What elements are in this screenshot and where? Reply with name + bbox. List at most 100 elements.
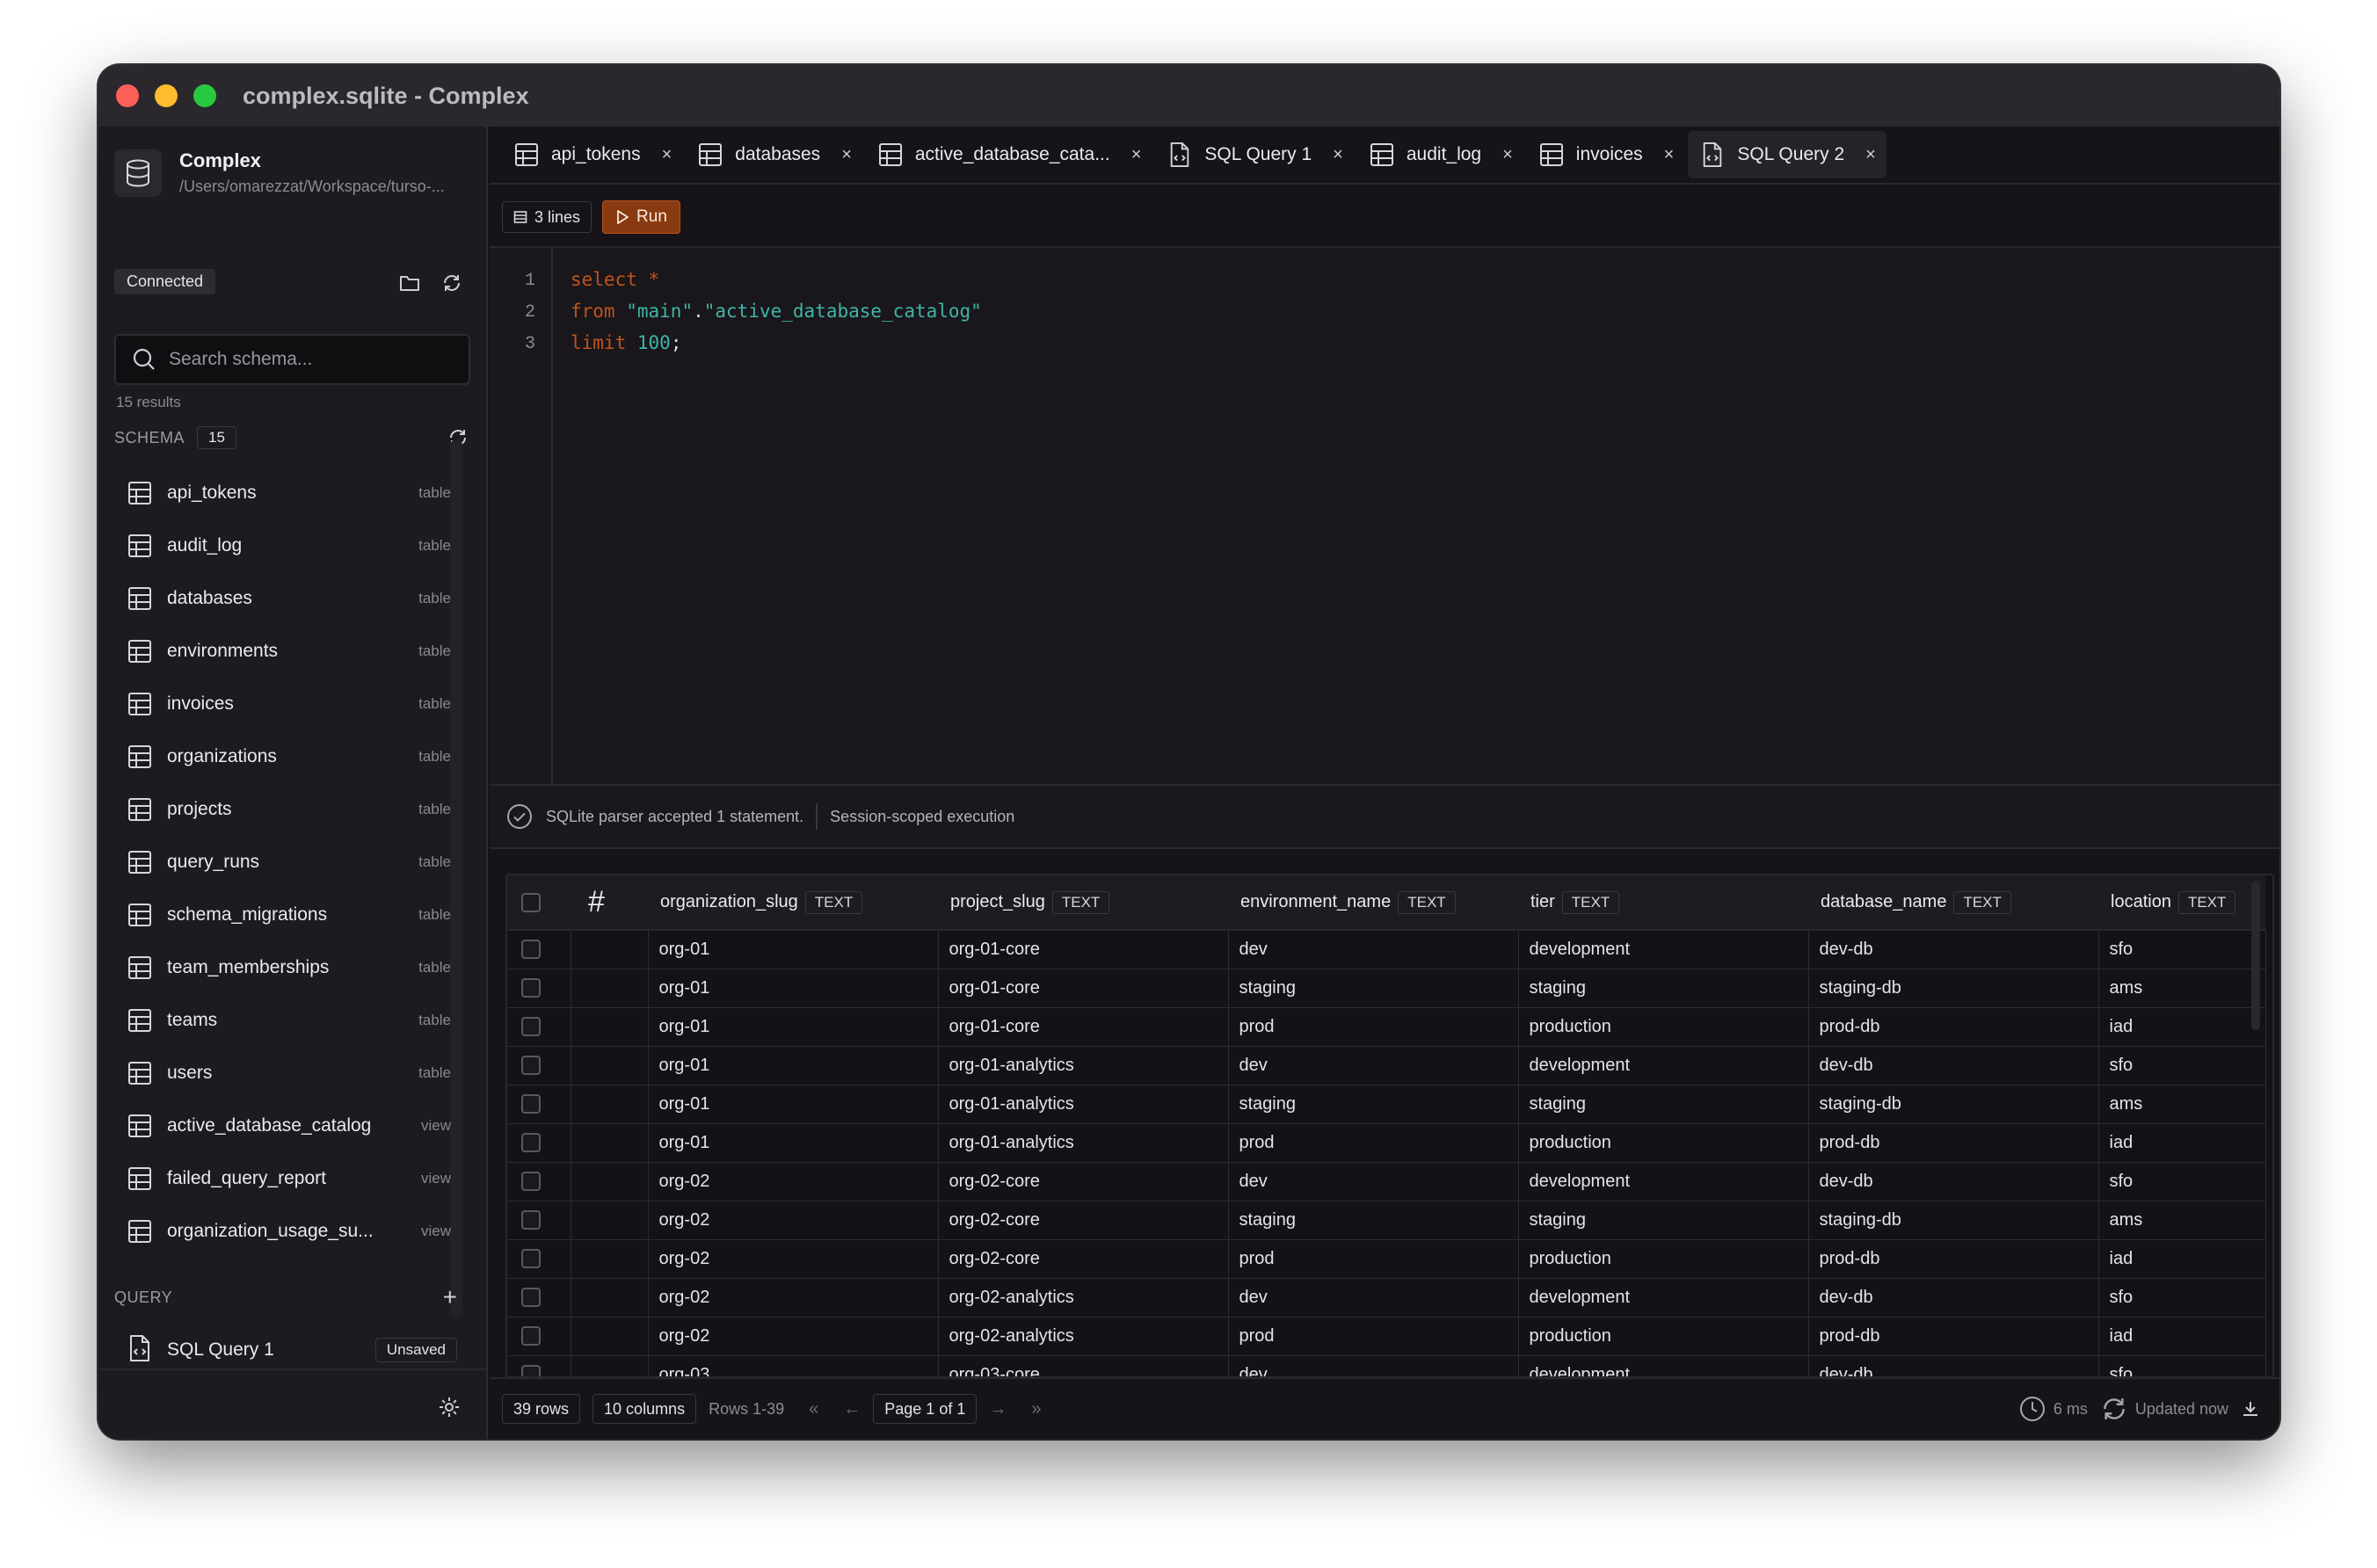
reconnect-icon[interactable] xyxy=(440,271,464,295)
table-cell[interactable]: org-03 xyxy=(648,1355,939,1376)
table-cell[interactable]: iad xyxy=(2098,1317,2266,1356)
table-cell[interactable]: org-02-analytics xyxy=(938,1278,1229,1318)
close-tab-icon[interactable]: × xyxy=(1502,145,1513,165)
row-checkbox[interactable] xyxy=(521,1210,541,1230)
table-row[interactable]: org-01 org-01-analytics dev development dev-… xyxy=(507,1046,2266,1085)
table-cell[interactable]: dev xyxy=(1228,1355,1519,1376)
table-cell[interactable]: staging-db xyxy=(1808,1201,2099,1240)
last-page-button[interactable]: » xyxy=(1031,1399,1041,1419)
table-cell[interactable]: org-02-core xyxy=(938,1162,1229,1201)
close-tab-icon[interactable]: × xyxy=(1865,145,1876,165)
table-cell[interactable]: staging xyxy=(1228,1085,1519,1124)
table-cell[interactable]: org-01-analytics xyxy=(938,1085,1229,1124)
close-window-button[interactable] xyxy=(116,84,139,107)
table-cell[interactable]: org-01 xyxy=(648,1085,939,1124)
table-cell[interactable]: org-02 xyxy=(648,1317,939,1356)
table-row[interactable]: org-01 org-01-core dev development dev-db sfo xyxy=(507,930,2266,969)
row-checkbox[interactable] xyxy=(521,1133,541,1153)
table-cell[interactable]: staging xyxy=(1518,1201,1809,1240)
table-cell[interactable]: org-02-analytics xyxy=(938,1317,1229,1356)
close-tab-icon[interactable]: × xyxy=(662,145,672,165)
tab-sql-query-1[interactable]: SQL Query 1 × xyxy=(1155,131,1353,178)
table-cell[interactable]: dev xyxy=(1228,1278,1519,1318)
column-header[interactable]: tier TEXT xyxy=(1518,875,1808,931)
table-cell[interactable]: sfo xyxy=(2098,1355,2266,1376)
schema-item-failed-query-report[interactable]: failed_query_report view xyxy=(114,1152,463,1205)
refresh-icon[interactable] xyxy=(2100,1395,2128,1423)
close-tab-icon[interactable]: × xyxy=(1131,145,1142,165)
table-cell[interactable]: prod-db xyxy=(1808,1239,2099,1279)
table-cell[interactable]: dev-db xyxy=(1808,1162,2099,1201)
tab-sql-query-2[interactable]: SQL Query 2 × xyxy=(1688,131,1886,178)
row-checkbox[interactable] xyxy=(521,978,541,998)
table-cell[interactable]: prod-db xyxy=(1808,1123,2099,1163)
table-cell[interactable]: org-02 xyxy=(648,1201,939,1240)
table-cell[interactable]: org-02-core xyxy=(938,1201,1229,1240)
close-tab-icon[interactable]: × xyxy=(1664,145,1675,165)
column-header[interactable]: project_slug TEXT xyxy=(938,875,1228,931)
schema-item-projects[interactable]: projects table xyxy=(114,783,463,836)
table-cell[interactable]: org-02 xyxy=(648,1278,939,1318)
table-cell[interactable]: iad xyxy=(2098,1239,2266,1279)
table-row[interactable]: org-02 org-02-analytics prod production prod… xyxy=(507,1317,2266,1356)
table-row[interactable]: org-02 org-02-analytics dev development dev-… xyxy=(507,1278,2266,1318)
close-tab-icon[interactable]: × xyxy=(1333,145,1343,165)
table-cell[interactable]: ams xyxy=(2098,1201,2266,1240)
row-checkbox[interactable] xyxy=(521,1288,541,1308)
schema-search-input[interactable] xyxy=(169,349,450,370)
table-cell[interactable]: org-01-analytics xyxy=(938,1123,1229,1163)
table-cell[interactable]: prod-db xyxy=(1808,1007,2099,1047)
table-cell[interactable]: org-01 xyxy=(648,930,939,969)
table-cell[interactable]: org-01-analytics xyxy=(938,1046,1229,1085)
table-cell[interactable]: org-01 xyxy=(648,1046,939,1085)
table-cell[interactable]: org-01 xyxy=(648,969,939,1008)
table-cell[interactable]: production xyxy=(1518,1317,1809,1356)
select-all-checkbox[interactable] xyxy=(521,892,541,912)
table-cell[interactable]: dev-db xyxy=(1808,1046,2099,1085)
table-cell[interactable]: iad xyxy=(2098,1123,2266,1163)
schema-item-environments[interactable]: environments table xyxy=(114,625,463,678)
column-header[interactable]: location TEXT xyxy=(2098,875,2265,931)
table-cell[interactable]: development xyxy=(1518,1046,1809,1085)
table-row[interactable]: org-03 org-03-core dev development dev-db sfo xyxy=(507,1355,2266,1376)
table-cell[interactable]: prod-db xyxy=(1808,1317,2099,1356)
close-tab-icon[interactable]: × xyxy=(841,145,852,165)
table-row[interactable]: org-02 org-02-core dev development dev-db sfo xyxy=(507,1162,2266,1201)
table-cell[interactable]: org-01-core xyxy=(938,930,1229,969)
table-row[interactable]: org-01 org-01-core staging staging staging-d… xyxy=(507,969,2266,1008)
row-checkbox[interactable] xyxy=(521,1326,541,1347)
schema-item-invoices[interactable]: invoices table xyxy=(114,678,463,730)
schema-item-api-tokens[interactable]: api_tokens table xyxy=(114,467,463,519)
table-cell[interactable]: staging-db xyxy=(1808,969,2099,1008)
table-cell[interactable]: development xyxy=(1518,930,1809,969)
table-cell[interactable]: org-01 xyxy=(648,1123,939,1163)
tab-audit-log[interactable]: audit_log × xyxy=(1357,131,1523,178)
table-cell[interactable]: dev-db xyxy=(1808,930,2099,969)
table-row[interactable]: org-01 org-01-analytics prod production prod… xyxy=(507,1123,2266,1163)
tab-invoices[interactable]: invoices × xyxy=(1527,131,1685,178)
settings-gear-icon[interactable] xyxy=(437,1395,462,1419)
table-cell[interactable]: development xyxy=(1518,1355,1809,1376)
table-row[interactable]: org-01 org-01-analytics staging staging stag… xyxy=(507,1085,2266,1124)
table-cell[interactable]: org-02 xyxy=(648,1239,939,1279)
tab-active-database-cata[interactable]: active_database_cata... × xyxy=(866,131,1152,178)
table-cell[interactable]: dev-db xyxy=(1808,1278,2099,1318)
minimize-window-button[interactable] xyxy=(155,84,178,107)
run-button[interactable]: Run xyxy=(602,200,680,234)
table-cell[interactable]: staging xyxy=(1228,969,1519,1008)
table-cell[interactable]: sfo xyxy=(2098,1046,2266,1085)
table-row[interactable]: org-02 org-02-core staging staging staging-d… xyxy=(507,1201,2266,1240)
schema-item-databases[interactable]: databases table xyxy=(114,572,463,625)
table-cell[interactable]: sfo xyxy=(2098,930,2266,969)
grid-scrollbar[interactable] xyxy=(2251,881,2260,1030)
table-cell[interactable]: dev-db xyxy=(1808,1355,2099,1376)
schema-item-users[interactable]: users table xyxy=(114,1047,463,1100)
first-page-button[interactable]: « xyxy=(809,1399,818,1419)
column-header[interactable]: environment_name TEXT xyxy=(1228,875,1518,931)
open-folder-icon[interactable] xyxy=(397,271,422,295)
row-checkbox[interactable] xyxy=(521,1365,541,1376)
row-checkbox[interactable] xyxy=(521,1249,541,1269)
table-cell[interactable]: production xyxy=(1518,1239,1809,1279)
table-cell[interactable]: development xyxy=(1518,1278,1809,1318)
table-cell[interactable]: prod xyxy=(1228,1007,1519,1047)
